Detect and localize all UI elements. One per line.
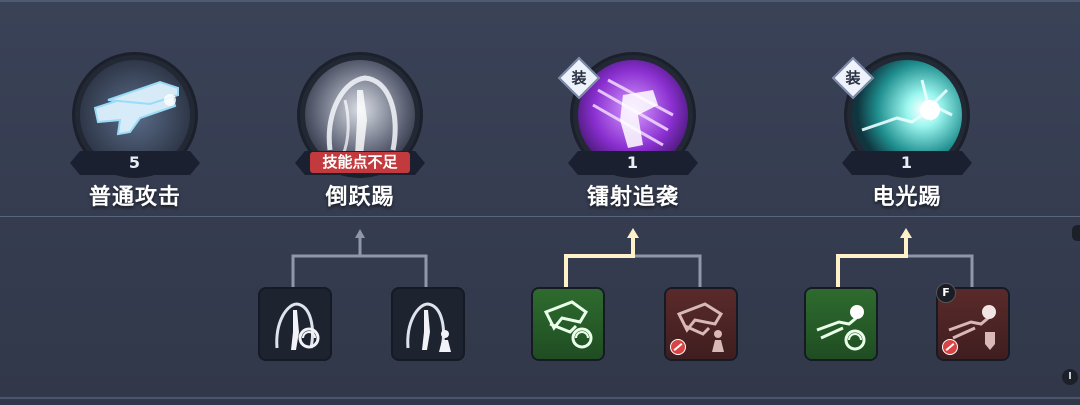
locked-icon	[670, 339, 686, 355]
hotkey-badge: F	[936, 283, 956, 303]
backflip-kick-upgrade-icon	[275, 302, 320, 350]
node-backflip-alt[interactable]	[393, 289, 463, 359]
locked-icon	[942, 339, 958, 355]
node-laser-alt[interactable]	[666, 289, 736, 359]
node-lightning-upgrade[interactable]	[806, 289, 876, 359]
node-lightning-alt[interactable]: F	[936, 283, 1008, 359]
panel-bottom-border	[0, 397, 1080, 399]
lightning-upgrade-icon	[816, 305, 866, 351]
node-backflip-upgrade[interactable]	[260, 289, 330, 359]
node-laser-upgrade[interactable]	[533, 289, 603, 359]
side-scroll-handle[interactable]	[1072, 225, 1080, 241]
backflip-kick-alt-icon	[406, 302, 451, 352]
laser-upgrade-icon	[543, 300, 593, 349]
info-button[interactable]: I	[1062, 369, 1078, 385]
